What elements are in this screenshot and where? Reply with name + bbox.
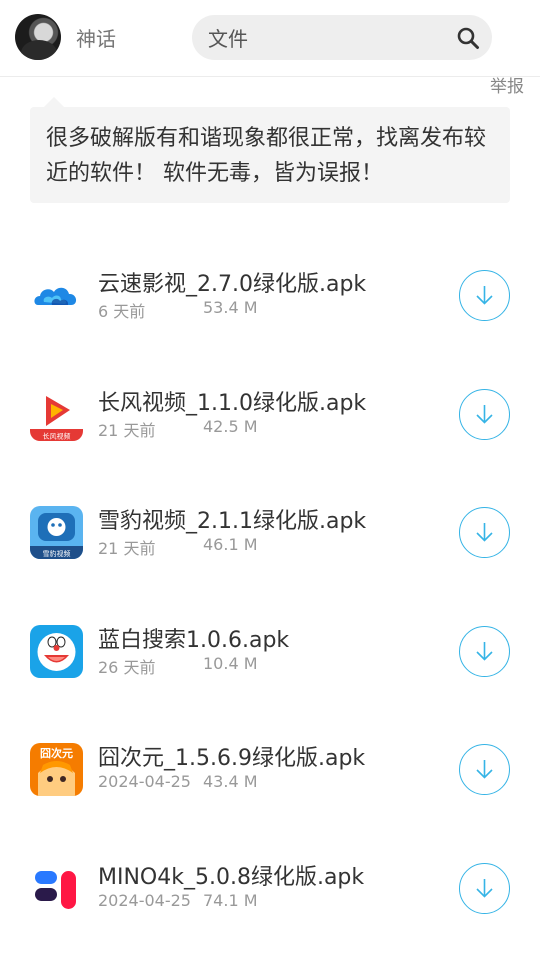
file-size: 43.4 M xyxy=(203,772,258,791)
search-bar[interactable] xyxy=(192,15,492,60)
file-name[interactable]: 雪豹视频_2.1.1绿化版.apk xyxy=(98,503,366,535)
report-link[interactable]: 举报 xyxy=(490,72,524,97)
file-name[interactable]: 囧次元_1.5.6.9绿化版.apk xyxy=(98,740,365,772)
avatar[interactable] xyxy=(15,14,61,60)
app-icon-label: 雪豹视频 xyxy=(43,549,71,558)
tv-app-icon: 雪豹视频 xyxy=(30,506,83,559)
app-icon-label: 长风视频 xyxy=(43,431,71,440)
list-item[interactable]: 云速影视_2.7.0绿化版.apk 6 天前 53.4 M xyxy=(0,236,540,355)
file-size: 53.4 M xyxy=(203,298,258,317)
file-date: 21 天前 xyxy=(98,539,156,558)
file-date: 6 天前 xyxy=(98,302,146,321)
download-button[interactable] xyxy=(459,507,510,558)
list-item[interactable]: 囧次元 囧次元_1.5.6.9绿化版.apk 2024-04-25 43.4 M xyxy=(0,710,540,829)
cloud-app-icon xyxy=(30,269,83,322)
download-button[interactable] xyxy=(459,388,510,440)
download-button[interactable] xyxy=(459,625,510,677)
play-app-icon: 长风视频 xyxy=(30,387,83,441)
file-size: 10.4 M xyxy=(203,653,258,673)
username[interactable]: 神话 xyxy=(76,23,116,52)
file-name[interactable]: MINO4k_5.0.8绿化版.apk xyxy=(98,859,364,891)
download-button[interactable] xyxy=(459,744,510,795)
download-arrow-icon xyxy=(476,523,493,542)
file-date: 26 天前 xyxy=(98,657,156,677)
file-date: 2024-04-25 xyxy=(98,890,191,910)
file-size: 74.1 M xyxy=(203,890,258,910)
download-arrow-icon xyxy=(476,404,493,424)
list-item[interactable]: 长风视频 长风视频_1.1.0绿化版.apk 21 天前 42.5 M xyxy=(0,355,540,474)
doraemon-app-icon xyxy=(30,624,83,678)
search-input[interactable] xyxy=(208,15,448,60)
notice-banner: 很多破解版有和谐现象都很正常，找离发布较近的软件！ 软件无毒，皆为误报！ xyxy=(30,97,510,203)
search-icon[interactable] xyxy=(456,26,480,50)
top-header: 神话 xyxy=(0,0,540,77)
file-date: 21 天前 xyxy=(98,420,156,440)
file-name[interactable]: 长风视频_1.1.0绿化版.apk xyxy=(98,385,366,417)
file-list: 云速影视_2.7.0绿化版.apk 6 天前 53.4 M 长风视频 长风视频_… xyxy=(0,236,540,947)
list-item[interactable]: 蓝白搜索1.0.6.apk 26 天前 10.4 M xyxy=(0,592,540,711)
download-arrow-icon xyxy=(476,641,493,661)
app-icon-label: 囧次元 xyxy=(40,746,73,760)
file-size: 42.5 M xyxy=(203,416,258,436)
list-item[interactable]: MINO4k_5.0.8绿化版.apk 2024-04-25 74.1 M xyxy=(0,829,540,948)
file-name[interactable]: 蓝白搜索1.0.6.apk xyxy=(98,622,289,654)
download-button[interactable] xyxy=(459,270,510,321)
download-button[interactable] xyxy=(459,862,510,914)
file-date: 2024-04-25 xyxy=(98,772,191,791)
download-arrow-icon xyxy=(476,878,493,898)
mino-app-icon xyxy=(30,861,83,915)
download-arrow-icon xyxy=(476,286,493,305)
anime-app-icon: 囧次元 xyxy=(30,743,83,796)
file-name[interactable]: 云速影视_2.7.0绿化版.apk xyxy=(98,266,366,298)
download-arrow-icon xyxy=(476,760,493,779)
list-item[interactable]: 雪豹视频 雪豹视频_2.1.1绿化版.apk 21 天前 46.1 M xyxy=(0,473,540,592)
file-size: 46.1 M xyxy=(203,535,258,554)
